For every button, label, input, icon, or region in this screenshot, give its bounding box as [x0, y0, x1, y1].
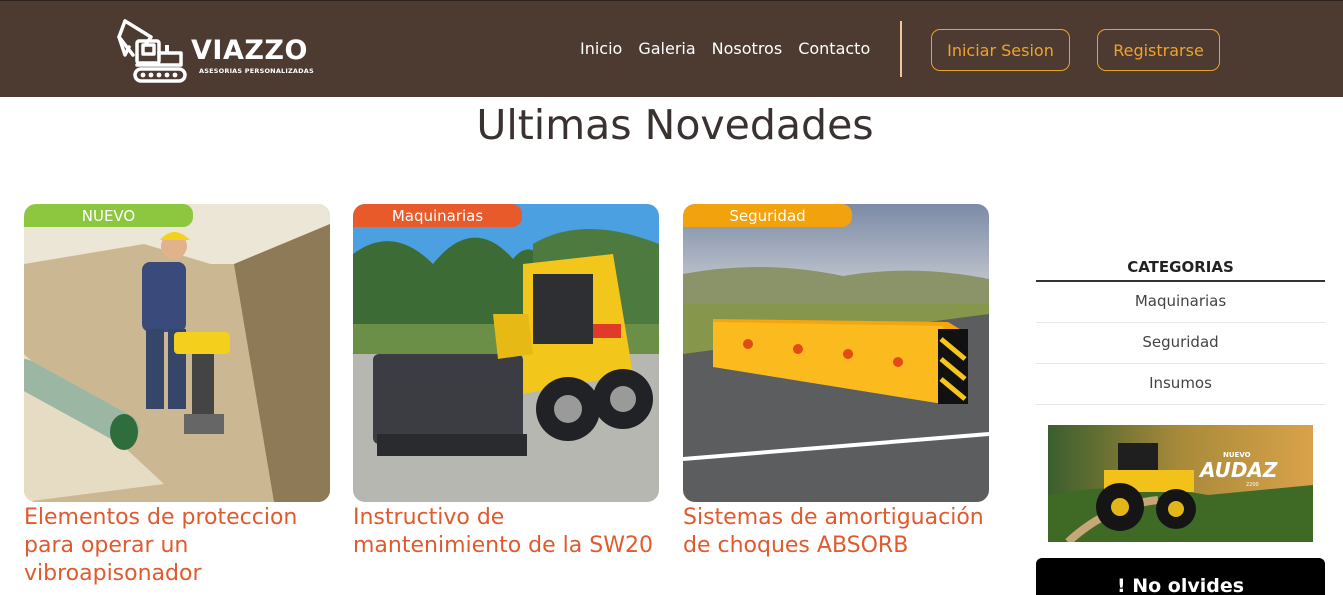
badge-maquinarias: Maquinarias	[353, 204, 522, 227]
card-title[interactable]: Sistemas de amortiguación de choques ABS…	[683, 504, 989, 560]
login-button[interactable]: Iniciar Sesion	[931, 29, 1070, 71]
main-nav: Inicio Galeria Nosotros Contacto	[580, 39, 886, 58]
excavator-icon	[117, 19, 187, 83]
badge-nuevo: NUEVO	[24, 204, 193, 227]
brand-logo[interactable]: VIAZZO ASESORIAS PERSONALIZADAS	[115, 15, 315, 85]
promo-label-model: 2200	[1246, 482, 1259, 488]
category-item-seguridad[interactable]: Seguridad	[1036, 323, 1325, 364]
category-item-maquinarias[interactable]: Maquinarias	[1036, 282, 1325, 323]
nav-link-nosotros[interactable]: Nosotros	[712, 39, 783, 58]
brand-tagline: ASESORIAS PERSONALIZADAS	[199, 67, 314, 75]
nav-link-galeria[interactable]: Galeria	[638, 39, 695, 58]
promo-label-main: AUDAZ	[1198, 458, 1278, 482]
nav-link-inicio[interactable]: Inicio	[580, 39, 622, 58]
nav-divider	[900, 21, 902, 77]
tractor-ad-photo[interactable]: NUEVO AUDAZ 2200	[1048, 425, 1313, 542]
skid-steer-loader-photo[interactable]: Maquinarias	[353, 204, 659, 502]
register-button[interactable]: Registrarse	[1097, 29, 1220, 71]
crash-barrier-photo[interactable]: Seguridad	[683, 204, 989, 502]
card-title[interactable]: Elementos de proteccion para operar un v…	[24, 504, 330, 588]
sidebar: CATEGORIAS Maquinarias Seguridad Insumos	[1036, 258, 1325, 405]
site-header: VIAZZO ASESORIAS PERSONALIZADAS Inicio G…	[0, 0, 1343, 97]
page-title: Ultimas Novedades	[476, 101, 874, 149]
categories-heading: CATEGORIAS	[1036, 258, 1325, 282]
news-card[interactable]: Seguridad Sistemas de amortiguación de c…	[683, 204, 989, 560]
news-card[interactable]: NUEVO Elementos de proteccion para opera…	[24, 204, 330, 588]
vibratory-rammer-photo[interactable]: NUEVO	[24, 204, 330, 502]
card-title[interactable]: Instructivo de mantenimiento de la SW20	[353, 504, 659, 560]
brand-name: VIAZZO	[191, 35, 308, 66]
news-card[interactable]: Maquinarias Instructivo de mantenimiento…	[353, 204, 659, 560]
badge-seguridad: Seguridad	[683, 204, 852, 227]
reminder-panel-title: ! No olvides	[1036, 558, 1325, 595]
nav-link-contacto[interactable]: Contacto	[798, 39, 870, 58]
category-item-insumos[interactable]: Insumos	[1036, 364, 1325, 405]
